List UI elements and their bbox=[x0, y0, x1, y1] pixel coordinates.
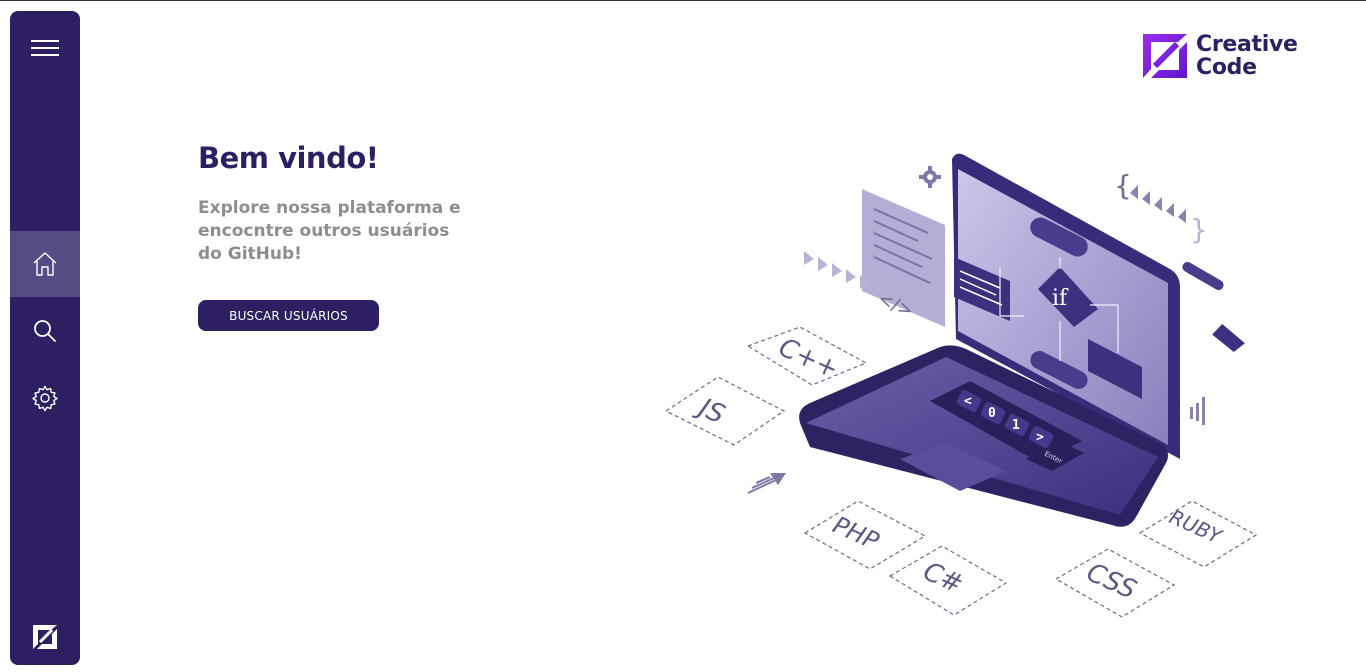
brand-name-line1: Creative bbox=[1196, 32, 1298, 57]
sidebar-item-settings[interactable] bbox=[10, 365, 80, 431]
gear-deco-icon bbox=[919, 166, 941, 188]
tag-ruby: RUBY bbox=[1166, 505, 1227, 550]
menu-icon bbox=[31, 40, 59, 56]
svg-text:}: } bbox=[1190, 213, 1208, 246]
search-users-button[interactable]: BUSCAR USUÁRIOS bbox=[198, 300, 379, 331]
search-icon bbox=[34, 320, 56, 342]
tag-cpp: C++ bbox=[774, 332, 843, 385]
key-greater-than: > bbox=[1036, 430, 1044, 445]
hero-section: Bem vindo! Explore nossa plataforma e en… bbox=[198, 141, 498, 331]
laptop-code-illustration: C++ JS PHP C# CSS RUBY if < 0 1 > Enter … bbox=[664, 153, 1258, 618]
brace-open: { bbox=[1114, 169, 1132, 202]
sidebar bbox=[10, 11, 80, 665]
sidebar-item-search[interactable] bbox=[10, 298, 80, 364]
menu-button[interactable] bbox=[10, 15, 80, 81]
tag-csharp: C# bbox=[919, 557, 968, 601]
tag-js: JS bbox=[690, 391, 729, 430]
creative-code-logo-icon bbox=[1143, 34, 1187, 78]
key-zero: 0 bbox=[988, 406, 996, 421]
brand-name-line2: Code bbox=[1196, 55, 1257, 80]
home-icon bbox=[33, 252, 57, 276]
tag-php: PHP bbox=[829, 511, 884, 556]
brand-name: Creative Code bbox=[1196, 33, 1298, 79]
brand-logo[interactable]: Creative Code bbox=[1142, 33, 1298, 79]
key-one: 1 bbox=[1012, 418, 1020, 433]
sidebar-logo[interactable] bbox=[10, 619, 80, 655]
flow-if-label: if bbox=[1052, 286, 1069, 311]
sidebar-item-home[interactable] bbox=[10, 231, 80, 297]
creative-code-logo-icon bbox=[33, 625, 57, 649]
welcome-title: Bem vindo! bbox=[198, 141, 379, 175]
gear-icon bbox=[32, 385, 58, 412]
key-less-than: < bbox=[964, 394, 972, 409]
welcome-subtitle: Explore nossa plataforma e encocntre out… bbox=[198, 198, 461, 264]
